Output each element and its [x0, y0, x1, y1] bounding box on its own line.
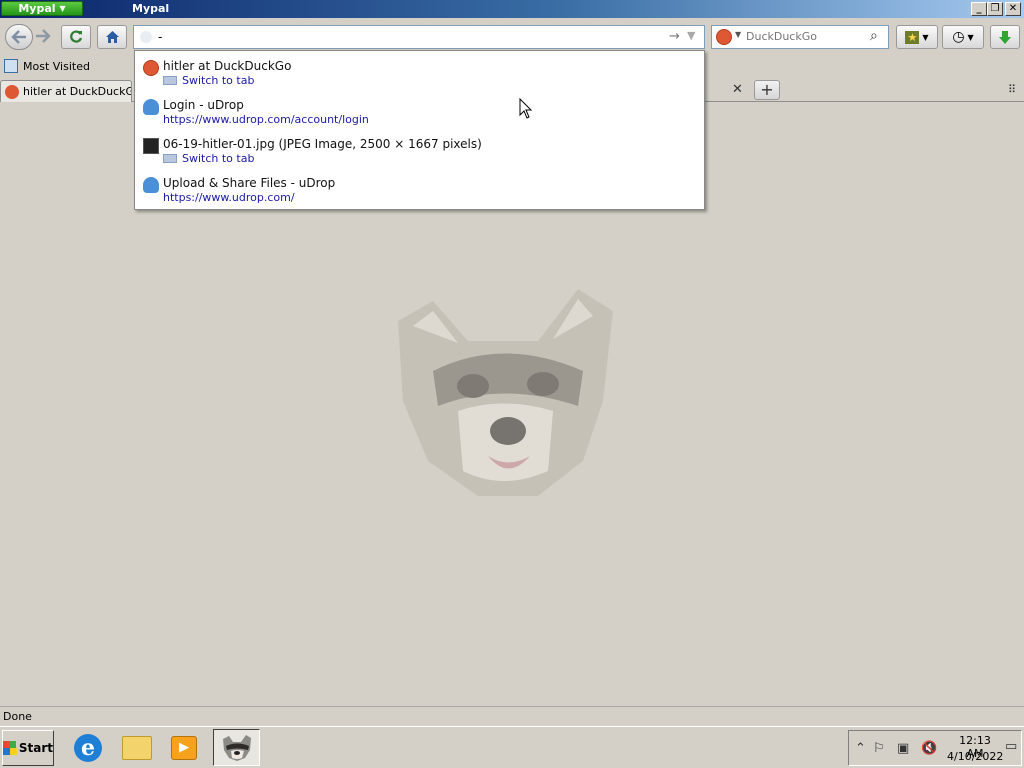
action-center-flag-icon[interactable]: ⚐	[873, 741, 885, 756]
status-text: Done	[3, 710, 32, 723]
raccoon-app-icon	[222, 734, 251, 761]
autocomplete-item[interactable]: Login - uDrop https://www.udrop.com/acco…	[135, 91, 704, 130]
bookmarks-menu-button[interactable]: ★ ▼	[896, 25, 938, 49]
search-bar[interactable]: ▼ ⌕	[711, 25, 889, 49]
image-thumbnail-icon	[143, 138, 159, 154]
restore-button[interactable]: ❐	[987, 2, 1003, 16]
app-menu-label: Mypal	[18, 2, 56, 15]
taskbar: Start e ▶ ⌃ ⚐ ▣ 🔇 12:13 AM 4/10/2022 ▭	[0, 726, 1024, 768]
close-tab-icon[interactable]: ✕	[732, 82, 743, 97]
chevron-down-icon: ▼	[59, 4, 66, 13]
clock-date[interactable]: 4/10/2022	[947, 750, 1003, 763]
switch-tab-icon	[163, 154, 177, 163]
chevron-down-icon: ▼	[967, 32, 974, 42]
clock-icon: ◷	[952, 29, 965, 45]
windows-logo-icon	[3, 741, 17, 755]
network-icon[interactable]: ▣	[897, 741, 909, 756]
switch-to-tab-label: Switch to tab	[182, 152, 255, 165]
history-menu-button[interactable]: ◷ ▼	[942, 25, 984, 49]
volume-muted-icon[interactable]: 🔇	[921, 741, 937, 756]
folder-icon	[122, 736, 152, 760]
site-identity-icon	[140, 31, 152, 43]
home-icon	[105, 31, 119, 43]
home-button[interactable]	[97, 25, 127, 49]
show-hidden-icons-icon[interactable]: ⌃	[855, 741, 866, 756]
duckduckgo-icon	[5, 84, 19, 99]
switch-to-tab-label: Switch to tab	[182, 74, 255, 87]
window-title: Mypal	[132, 2, 170, 15]
back-button[interactable]	[5, 24, 33, 50]
tab-duckduckgo[interactable]: hitler at DuckDuckGo	[0, 80, 132, 102]
autocomplete-item[interactable]: Upload & Share Files - uDrop https://www…	[135, 169, 704, 208]
duckduckgo-icon[interactable]	[716, 29, 732, 45]
media-player-icon: ▶	[171, 736, 197, 760]
internet-explorer-icon: e	[74, 734, 102, 762]
media-player-launcher[interactable]: ▶	[167, 732, 201, 764]
autocomplete-item[interactable]: hitler at DuckDuckGo Switch to tab	[135, 52, 704, 91]
star-icon: ★	[905, 30, 920, 44]
new-tab-button[interactable]: +	[754, 80, 780, 100]
status-bar: Done	[0, 706, 1024, 726]
search-icon[interactable]: ⌕	[870, 28, 878, 44]
close-window-button[interactable]: ✕	[1005, 2, 1021, 16]
reload-button[interactable]	[61, 25, 91, 49]
autocomplete-subtitle: Switch to tab	[163, 152, 254, 165]
autocomplete-title: 06-19-hitler-01.jpg (JPEG Image, 2500 × …	[163, 137, 482, 151]
autocomplete-url: https://www.udrop.com/	[163, 191, 295, 204]
list-all-tabs-icon[interactable]: ⠿	[1008, 83, 1016, 96]
history-dropdown-icon[interactable]: ▼	[687, 29, 695, 42]
switch-tab-icon	[163, 76, 177, 85]
title-bar: Mypal ▼ Mypal _ ❐ ✕	[0, 0, 1024, 18]
download-arrow-icon	[999, 30, 1011, 44]
reload-icon	[70, 30, 83, 43]
forward-arrow-icon	[36, 29, 51, 43]
back-arrow-icon	[11, 30, 26, 44]
folder-icon	[4, 59, 18, 73]
autocomplete-title: hitler at DuckDuckGo	[163, 59, 292, 73]
autocomplete-title: Upload & Share Files - uDrop	[163, 176, 336, 190]
bookmark-label: Most Visited	[23, 59, 90, 73]
duckduckgo-icon	[143, 60, 159, 76]
autocomplete-title: Login - uDrop	[163, 98, 244, 112]
taskbar-mypal-button[interactable]	[213, 729, 260, 766]
url-bar[interactable]: → ▼	[133, 25, 705, 49]
tab-label: hitler at DuckDuckGo	[23, 85, 132, 98]
search-input[interactable]	[746, 30, 866, 43]
bookmark-most-visited[interactable]: Most Visited	[4, 59, 90, 73]
url-autocomplete-popup: hitler at DuckDuckGo Switch to tab Login…	[134, 50, 705, 210]
autocomplete-url: https://www.udrop.com/account/login	[163, 113, 369, 126]
downloads-button[interactable]	[990, 25, 1020, 49]
start-label: Start	[18, 741, 53, 755]
raccoon-image	[398, 289, 613, 496]
system-tray: ⌃ ⚐ ▣ 🔇 12:13 AM 4/10/2022 ▭	[848, 730, 1022, 766]
mouse-cursor-icon	[519, 98, 533, 119]
cloud-upload-icon	[143, 99, 159, 115]
app-menu-button[interactable]: Mypal ▼	[1, 1, 83, 16]
chevron-down-icon: ▼	[922, 32, 929, 42]
internet-explorer-launcher[interactable]: e	[71, 732, 105, 764]
show-desktop-icon[interactable]: ▭	[1005, 739, 1017, 754]
forward-button[interactable]	[35, 29, 51, 46]
go-arrow-icon[interactable]: →	[669, 29, 680, 44]
engine-dropdown-icon[interactable]: ▼	[735, 30, 741, 39]
autocomplete-subtitle: Switch to tab	[163, 74, 254, 87]
url-input[interactable]	[158, 29, 658, 45]
start-button[interactable]: Start	[2, 730, 54, 766]
cloud-upload-icon	[143, 177, 159, 193]
explorer-launcher[interactable]	[120, 732, 154, 764]
minimize-button[interactable]: _	[971, 2, 987, 16]
autocomplete-item[interactable]: 06-19-hitler-01.jpg (JPEG Image, 2500 × …	[135, 130, 704, 169]
